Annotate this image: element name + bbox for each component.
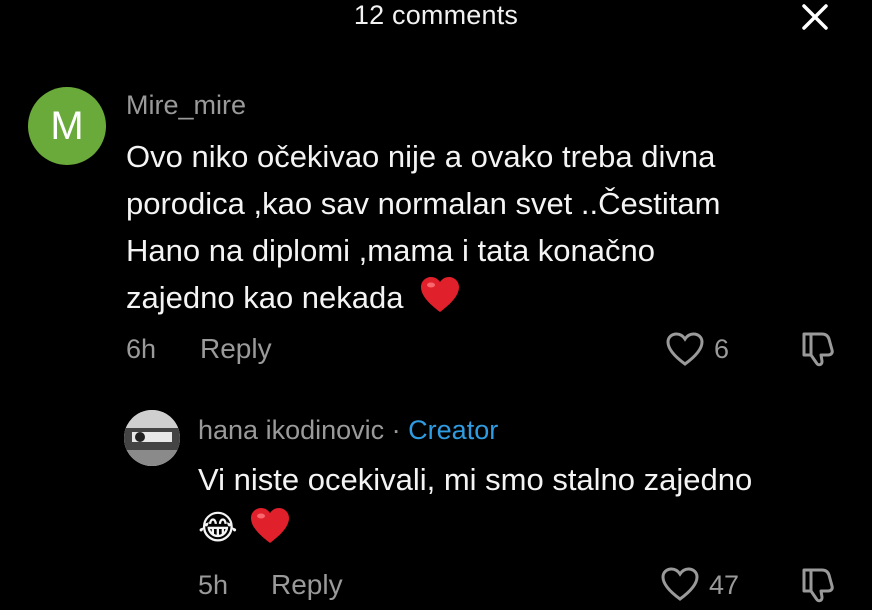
- avatar-photo-image: [124, 410, 180, 466]
- comment-time: 6h: [126, 334, 157, 364]
- like-count: 6: [714, 334, 730, 364]
- comment-line-last: zajedno kao nekada: [126, 274, 846, 321]
- like-count: 47: [709, 570, 740, 600]
- comment-emoji-line: 😂: [198, 505, 858, 552]
- comment-text: Ovo niko očekivao nije a ovako treba div…: [126, 133, 846, 321]
- comment-line: Vi niste ocekivali, mi smo stalno zajedn…: [198, 462, 753, 497]
- thumbs-down-icon[interactable]: [800, 564, 836, 604]
- comment-line: porodica ,kao sav normalan svet ..Čestit…: [126, 186, 721, 221]
- avatar[interactable]: M: [28, 87, 106, 165]
- reply-button[interactable]: Reply: [271, 569, 343, 601]
- comment-username[interactable]: hana ikodinovic: [198, 415, 384, 445]
- comment-line: zajedno kao nekada: [126, 280, 404, 315]
- comment-username[interactable]: Mire_mire: [126, 90, 246, 121]
- comment-text: Vi niste ocekivali, mi smo stalno zajedn…: [198, 456, 858, 552]
- red-heart-emoji: [251, 508, 290, 543]
- comment-time: 5h: [198, 570, 229, 600]
- thumbs-down-icon[interactable]: [800, 328, 836, 368]
- comment-line: Ovo niko očekivao nije a ovako treba div…: [126, 139, 716, 174]
- heart-outline-icon[interactable]: [660, 566, 700, 602]
- comment-item: M Mire_mire Ovo niko očekivao nije a ova…: [0, 0, 872, 380]
- separator-dot: ·: [391, 415, 401, 445]
- comment-username-row: hana ikodinovic · Creator: [198, 415, 498, 446]
- reply-button[interactable]: Reply: [200, 333, 272, 365]
- heart-outline-icon[interactable]: [665, 331, 705, 367]
- comment-line: Hano na diplomi ,mama i tata konačno: [126, 233, 656, 268]
- creator-badge: Creator: [408, 415, 499, 445]
- avatar-letter: M: [50, 103, 84, 148]
- red-heart-emoji: [421, 277, 460, 312]
- avatar[interactable]: [124, 410, 180, 466]
- laughing-tears-emoji: 😂: [198, 508, 238, 548]
